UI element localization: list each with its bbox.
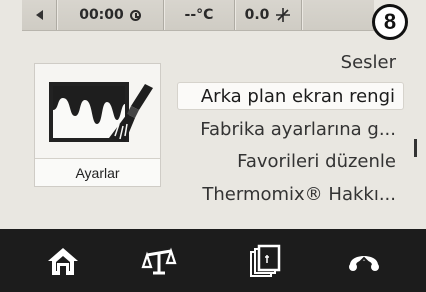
menu-item-factory-reset[interactable]: Fabrika ayarlarına g... bbox=[200, 116, 396, 144]
home-icon[interactable] bbox=[45, 243, 81, 279]
step-number: 8 bbox=[383, 9, 397, 34]
turbo-icon[interactable] bbox=[346, 243, 382, 279]
menu-item-sounds[interactable]: Sesler bbox=[341, 49, 396, 77]
menu-item-label: Favorileri düzenle bbox=[237, 151, 396, 172]
menu-item-about[interactable]: Thermomix® Hakkı... bbox=[202, 181, 396, 209]
step-number-badge: 8 bbox=[372, 4, 408, 40]
speed-display[interactable]: 0.0 bbox=[235, 0, 302, 30]
menu-item-label: Fabrika ayarlarına g... bbox=[200, 119, 396, 140]
recipe-book-icon[interactable] bbox=[247, 243, 283, 279]
status-spacer bbox=[302, 0, 374, 30]
bottom-nav-bar bbox=[0, 229, 426, 292]
tile-label-text: Ayarlar bbox=[75, 164, 120, 181]
device-screen: 00:00 --°C 0.0 8 Ayarlar Sesler Arka pla… bbox=[0, 0, 426, 229]
menu-item-label: Thermomix® Hakkı... bbox=[202, 184, 396, 205]
tile-label: Ayarlar bbox=[35, 158, 160, 186]
back-arrow-icon bbox=[35, 10, 43, 20]
menu-item-label: Sesler bbox=[340, 52, 396, 73]
settings-tile[interactable]: Ayarlar bbox=[34, 63, 161, 187]
clock-icon bbox=[129, 9, 141, 21]
back-button[interactable] bbox=[22, 0, 57, 30]
fan-icon bbox=[276, 8, 291, 22]
scale-icon[interactable] bbox=[141, 243, 177, 279]
temperature-display[interactable]: --°C bbox=[164, 0, 235, 30]
status-bar: 00:00 --°C 0.0 bbox=[22, 0, 374, 31]
scroll-indicator[interactable] bbox=[414, 139, 417, 157]
timer-display[interactable]: 00:00 bbox=[57, 0, 164, 30]
temperature-value: --°C bbox=[184, 7, 214, 23]
menu-item-edit-favorites[interactable]: Favorileri düzenle bbox=[237, 148, 396, 176]
speed-value: 0.0 bbox=[244, 7, 270, 23]
timer-value: 00:00 bbox=[79, 7, 124, 23]
paint-brush-icon bbox=[49, 82, 153, 142]
menu-item-label: Arka plan ekran rengi bbox=[200, 86, 395, 107]
menu-item-background-color[interactable]: Arka plan ekran rengi bbox=[177, 82, 404, 110]
